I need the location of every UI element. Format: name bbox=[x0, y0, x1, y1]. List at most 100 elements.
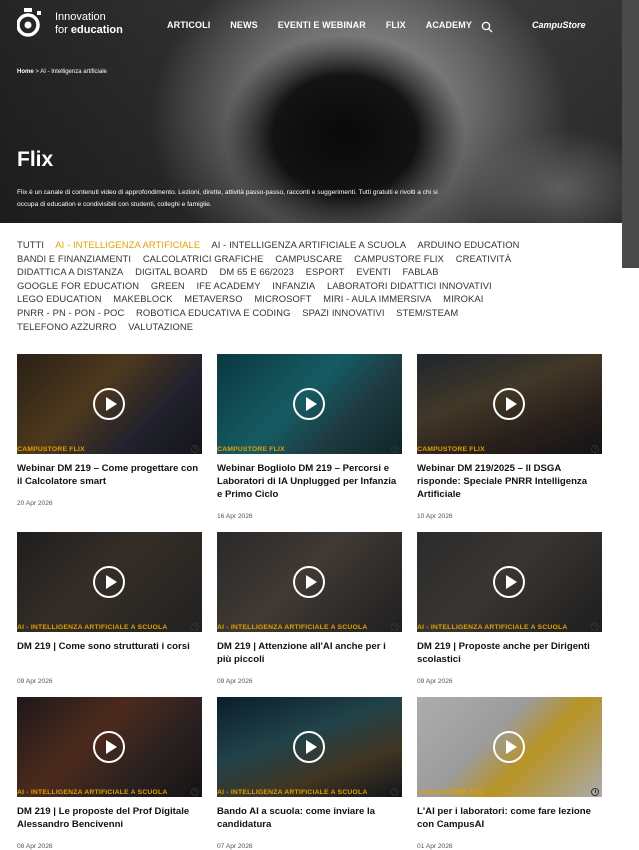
card-title[interactable]: DM 219 | Le proposte del Prof Digitale A… bbox=[17, 805, 202, 831]
tag-filter[interactable]: TUTTI bbox=[17, 239, 44, 250]
card-category[interactable]: AI - INTELLIGENZA ARTIFICIALE A SCUOLA bbox=[217, 624, 367, 631]
site-logo[interactable]: Innovation for education bbox=[16, 8, 123, 40]
video-card[interactable]: AI - INTELLIGENZA ARTIFICIALE A SCUOLA DM… bbox=[217, 532, 402, 685]
play-icon[interactable] bbox=[493, 731, 525, 763]
tag-filter[interactable]: CREATIVITÀ bbox=[456, 253, 512, 264]
scrollbar[interactable] bbox=[622, 0, 639, 268]
tag-filter[interactable]: GREEN bbox=[151, 280, 185, 291]
card-category[interactable]: AI - INTELLIGENZA ARTIFICIALE A SCUOLA bbox=[17, 789, 167, 796]
tag-filter[interactable]: GOOGLE FOR EDUCATION bbox=[17, 280, 139, 291]
card-category[interactable]: AI - INTELLIGENZA ARTIFICIALE A SCUOLA bbox=[17, 624, 167, 631]
tag-filter[interactable]: VALUTAZIONE bbox=[128, 321, 193, 332]
video-thumbnail[interactable] bbox=[417, 697, 602, 797]
tag-filter[interactable]: CAMPUSTORE FLIX bbox=[354, 253, 444, 264]
video-thumbnail[interactable] bbox=[417, 354, 602, 454]
breadcrumb-home[interactable]: Home bbox=[17, 69, 34, 75]
video-card[interactable]: CAMPUSTORE FLIX Webinar DM 219/2025 – Il … bbox=[417, 354, 602, 520]
logo-text: Innovation for education bbox=[55, 11, 123, 37]
video-thumbnail[interactable] bbox=[217, 354, 402, 454]
clock-icon bbox=[591, 445, 599, 453]
tag-filter[interactable]: STEM/STEAM bbox=[396, 307, 458, 318]
video-thumbnail[interactable] bbox=[217, 532, 402, 632]
tag-filter[interactable]: FABLAB bbox=[403, 266, 439, 277]
video-thumbnail[interactable] bbox=[17, 697, 202, 797]
tag-filter[interactable]: CAMPUSCARE bbox=[275, 253, 342, 264]
clock-icon bbox=[191, 623, 199, 631]
nav-item-eventi[interactable]: EVENTI E WEBINAR bbox=[278, 20, 366, 30]
play-icon[interactable] bbox=[293, 388, 325, 420]
video-thumbnail[interactable] bbox=[417, 532, 602, 632]
card-title[interactable]: DM 219 | Come sono strutturati i corsi bbox=[17, 640, 202, 653]
logo-line2-bold: education bbox=[70, 24, 123, 36]
card-date: 09 Apr 2026 bbox=[17, 678, 53, 685]
card-category[interactable]: AI - INTELLIGENZA ARTIFICIALE A SCUOLA bbox=[217, 789, 367, 796]
video-card[interactable]: AI - INTELLIGENZA ARTIFICIALE A SCUOLA DM… bbox=[417, 532, 602, 685]
tag-filter[interactable]: LABORATORI DIDATTICI INNOVATIVI bbox=[327, 280, 492, 291]
tag-filter[interactable]: AI - INTELLIGENZA ARTIFICIALE A SCUOLA bbox=[211, 239, 406, 250]
tag-filter[interactable]: BANDI E FINANZIAMENTI bbox=[17, 253, 131, 264]
card-title[interactable]: Webinar Bogliolo DM 219 – Percorsi e Lab… bbox=[217, 462, 402, 501]
video-card[interactable]: CAMPUSTORE FLIX Webinar Bogliolo DM 219 –… bbox=[217, 354, 402, 520]
logo-line1: Innovation bbox=[55, 11, 106, 23]
nav-item-articoli[interactable]: ARTICOLI bbox=[167, 20, 210, 30]
search-icon[interactable] bbox=[481, 20, 493, 33]
tag-filter[interactable]: MIROKAI bbox=[443, 293, 483, 304]
clock-icon bbox=[191, 788, 199, 796]
tag-filter[interactable]: ARDUINO EDUCATION bbox=[417, 239, 519, 250]
tag-filter[interactable]: MICROSOFT bbox=[254, 293, 311, 304]
tag-filter[interactable]: SPAZI INNOVATIVI bbox=[302, 307, 384, 318]
play-icon[interactable] bbox=[493, 388, 525, 420]
card-title[interactable]: Webinar DM 219 – Come progettare con il … bbox=[17, 462, 202, 488]
breadcrumb: Home > AI - Intelligenza artificiale bbox=[17, 69, 107, 75]
card-category[interactable]: CAMPUSTORE FLIX bbox=[17, 446, 85, 453]
tag-filter[interactable]: DM 65 E 66/2023 bbox=[219, 266, 293, 277]
video-thumbnail[interactable] bbox=[17, 354, 202, 454]
video-card[interactable]: AI - INTELLIGENZA ARTIFICIALE A SCUOLA DM… bbox=[17, 697, 202, 850]
card-title[interactable]: Webinar DM 219/2025 – Il DSGA risponde: … bbox=[417, 462, 602, 501]
play-icon[interactable] bbox=[293, 731, 325, 763]
tag-filter[interactable]: ESPORT bbox=[306, 266, 345, 277]
card-category[interactable]: CAMPUSTORE FLIX bbox=[417, 446, 485, 453]
tag-filter[interactable]: TELEFONO AZZURRO bbox=[17, 321, 117, 332]
card-category[interactable]: CAMPUSTORE FLIX bbox=[417, 789, 485, 796]
play-icon[interactable] bbox=[93, 388, 125, 420]
video-card[interactable]: CAMPUSTORE FLIX Webinar DM 219 – Come pro… bbox=[17, 354, 202, 507]
tag-filter-list: TUTTI AI - INTELLIGENZA ARTIFICIALE AI -… bbox=[17, 238, 577, 333]
video-thumbnail[interactable] bbox=[17, 532, 202, 632]
tag-filter[interactable]: INFANZIA bbox=[272, 280, 315, 291]
nav-item-news[interactable]: NEWS bbox=[230, 20, 257, 30]
card-title[interactable]: Bando AI a scuola: come inviare la candi… bbox=[217, 805, 402, 831]
tag-filter[interactable]: MAKEBLOCK bbox=[113, 293, 172, 304]
tag-filter[interactable]: LEGO EDUCATION bbox=[17, 293, 102, 304]
play-icon[interactable] bbox=[293, 566, 325, 598]
video-card[interactable]: AI - INTELLIGENZA ARTIFICIALE A SCUOLA Ba… bbox=[217, 697, 402, 850]
play-icon[interactable] bbox=[493, 566, 525, 598]
card-category[interactable]: CAMPUSTORE FLIX bbox=[217, 446, 285, 453]
tag-filter[interactable]: IFE ACADEMY bbox=[196, 280, 260, 291]
card-title[interactable]: DM 219 | Attenzione all'AI anche per i p… bbox=[217, 640, 402, 666]
card-category[interactable]: AI - INTELLIGENZA ARTIFICIALE A SCUOLA bbox=[417, 624, 567, 631]
clock-icon bbox=[191, 445, 199, 453]
tag-filter[interactable]: MIRI - AULA IMMERSIVA bbox=[323, 293, 431, 304]
campustore-logo[interactable]: CampuStore bbox=[532, 20, 586, 30]
play-icon[interactable] bbox=[93, 566, 125, 598]
video-card[interactable]: AI - INTELLIGENZA ARTIFICIALE A SCUOLA DM… bbox=[17, 532, 202, 685]
nav-item-flix[interactable]: FLIX bbox=[386, 20, 406, 30]
tag-filter[interactable]: DIGITAL BOARD bbox=[135, 266, 208, 277]
card-title[interactable]: L'AI per i laboratori: come fare lezione… bbox=[417, 805, 602, 831]
tag-filter[interactable]: METAVERSO bbox=[184, 293, 242, 304]
nav-item-academy[interactable]: ACADEMY bbox=[426, 20, 472, 30]
card-title[interactable]: DM 219 | Proposte anche per Dirigenti sc… bbox=[417, 640, 602, 666]
tag-filter[interactable]: ROBOTICA EDUCATIVA E CODING bbox=[136, 307, 290, 318]
tag-filter[interactable]: DIDATTICA A DISTANZA bbox=[17, 266, 123, 277]
tag-filter[interactable]: PNRR - PN - PON - POC bbox=[17, 307, 124, 318]
clock-icon bbox=[391, 445, 399, 453]
logo-line2-prefix: for bbox=[55, 24, 71, 36]
card-date: 09 Apr 2026 bbox=[417, 678, 453, 685]
video-thumbnail[interactable] bbox=[217, 697, 402, 797]
play-icon[interactable] bbox=[93, 731, 125, 763]
tag-filter[interactable]: AI - INTELLIGENZA ARTIFICIALE bbox=[55, 239, 200, 250]
video-card[interactable]: CAMPUSTORE FLIX L'AI per i laboratori: co… bbox=[417, 697, 602, 850]
tag-filter[interactable]: CALCOLATRICI GRAFICHE bbox=[143, 253, 264, 264]
tag-filter[interactable]: EVENTI bbox=[356, 266, 390, 277]
